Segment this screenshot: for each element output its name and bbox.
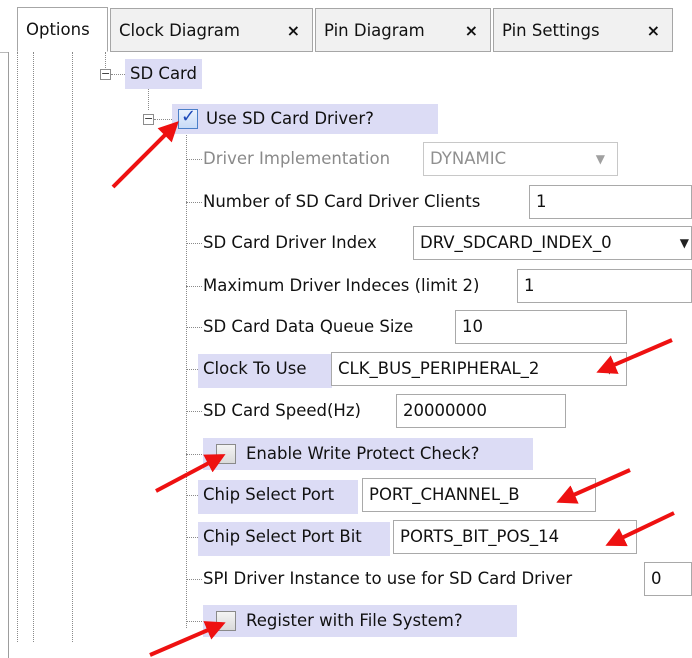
close-icon[interactable]: × (465, 21, 478, 40)
close-icon[interactable]: × (287, 21, 300, 40)
driver-implementation-select: DYNAMIC ▼ (423, 142, 618, 176)
tab-pin-settings-label: Pin Settings (502, 20, 600, 40)
tree-guide-line (186, 579, 202, 580)
checkmark-icon: ✓ (181, 106, 197, 127)
tab-pin-settings[interactable]: Pin Settings × (493, 8, 673, 52)
tree-guide-line (33, 52, 34, 642)
write-protect-label: Enable Write Protect Check? (246, 444, 480, 463)
use-sd-driver-checkbox[interactable]: ✓ (178, 106, 198, 129)
cs-port-label: Chip Select Port (198, 480, 358, 514)
cs-port-bit-select[interactable]: PORTS_BIT_POS_14 (393, 520, 637, 554)
tree-guide-line (186, 327, 202, 328)
driver-index-select[interactable]: DRV_SDCARD_INDEX_0 ▼ (413, 226, 692, 260)
max-indices-label: Maximum Driver Indeces (limit 2) (203, 276, 480, 295)
use-sd-driver-label: Use SD Card Driver? (206, 109, 374, 128)
close-icon[interactable]: × (647, 21, 660, 40)
caret-down-icon: ▼ (604, 362, 614, 376)
clock-to-use-label: Clock To Use (198, 354, 332, 388)
queue-size-input[interactable]: 10 (455, 310, 627, 344)
write-protect-checkbox[interactable] (216, 444, 236, 464)
tab-clock-diagram[interactable]: Clock Diagram × (110, 8, 313, 52)
caret-down-icon: ▼ (595, 152, 605, 166)
spi-instance-label: SPI Driver Instance to use for SD Card D… (203, 569, 573, 588)
cs-port-select[interactable]: PORT_CHANNEL_B (362, 478, 596, 512)
tree-node-sd-card[interactable]: SD Card (125, 59, 203, 89)
sd-speed-input[interactable]: 20000000 (396, 394, 566, 428)
max-indices-input[interactable]: 1 (517, 269, 692, 303)
tree-guide-line (186, 243, 202, 244)
tree-guide-line (186, 202, 202, 203)
num-clients-label: Number of SD Card Driver Clients (203, 192, 481, 211)
caret-down-icon: ▼ (679, 236, 689, 250)
cs-port-bit-label: Chip Select Port Bit (198, 522, 390, 556)
driver-implementation-label: Driver Implementation (203, 149, 391, 168)
sd-speed-label: SD Card Speed(Hz) (203, 401, 361, 420)
num-clients-input[interactable]: 1 (529, 185, 692, 219)
tab-options-label: Options (26, 20, 90, 39)
tab-pin-diagram-label: Pin Diagram (324, 20, 425, 40)
tab-bar: Options Clock Diagram × Pin Diagram × Pi… (0, 0, 692, 53)
driver-index-value: DRV_SDCARD_INDEX_0 (420, 233, 612, 252)
queue-size-label: SD Card Data Queue Size (203, 317, 414, 336)
tree-guide-line (72, 52, 73, 642)
tree-guide-line (17, 52, 18, 642)
collapse-icon[interactable]: − (100, 68, 111, 80)
driver-index-label: SD Card Driver Index (203, 233, 377, 252)
tab-clock-diagram-label: Clock Diagram (119, 20, 240, 40)
tree-guide-line (186, 159, 202, 160)
collapse-icon[interactable]: − (143, 113, 154, 125)
tree-guide-line (186, 411, 202, 412)
register-fs-label: Register with File System? (246, 611, 463, 630)
clock-to-use-select[interactable]: CLK_BUS_PERIPHERAL_2 ▼ (331, 352, 627, 386)
clock-to-use-value: CLK_BUS_PERIPHERAL_2 (338, 359, 540, 378)
driver-implementation-value: DYNAMIC (430, 149, 507, 168)
spi-instance-input[interactable]: 0 (644, 562, 692, 596)
tree-guide-line (111, 74, 125, 75)
tab-pin-diagram[interactable]: Pin Diagram × (315, 8, 491, 52)
tree-guide-line (186, 128, 187, 628)
tab-options[interactable]: Options (17, 7, 108, 52)
tree-guide-line (186, 286, 202, 287)
register-fs-checkbox[interactable] (216, 611, 236, 631)
